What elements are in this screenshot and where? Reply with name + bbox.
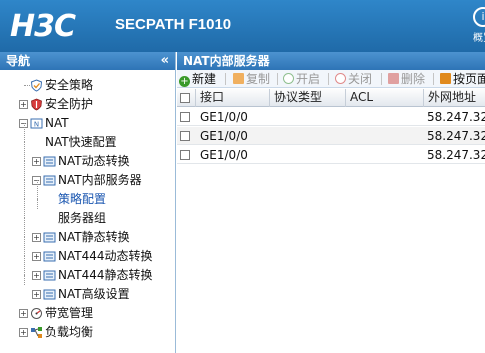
- conversion-icon: [43, 156, 56, 167]
- table-row[interactable]: GE1/0/0 58.247.32.: [177, 108, 485, 126]
- nav-label: NAT高级设置: [58, 287, 130, 301]
- nav-item-nat-internal-server[interactable]: − NAT内部服务器: [0, 161, 175, 190]
- expand-plus-icon[interactable]: +: [32, 157, 41, 166]
- conversion-icon: [43, 175, 56, 186]
- nav-label: NAT静态转换: [58, 230, 130, 244]
- column-header-external-address[interactable]: 外网地址: [423, 89, 485, 107]
- top-header: H3C SECPATH F1010 i 概览: [0, 0, 485, 52]
- column-header-acl[interactable]: ACL: [345, 89, 423, 107]
- svg-text:N: N: [34, 121, 39, 129]
- trash-icon: [388, 73, 399, 84]
- nav-label: NAT444动态转换: [58, 249, 153, 263]
- nav-label: 安全防护: [45, 97, 94, 111]
- nav-item-nat444-dynamic[interactable]: + NAT444动态转换: [0, 237, 175, 266]
- nav-item-nat-static[interactable]: + NAT静态转换: [0, 218, 175, 247]
- expand-plus-icon[interactable]: +: [32, 252, 41, 261]
- conversion-icon: [43, 251, 56, 262]
- nav-label: NAT: [45, 116, 69, 130]
- row-checkbox[interactable]: [180, 150, 190, 160]
- overview-icon: i: [473, 7, 485, 27]
- nav-item-security-policy[interactable]: 安全策略: [0, 76, 175, 95]
- page-title: NAT内部服务器: [177, 52, 485, 70]
- nav-label: 负载均衡: [45, 325, 94, 339]
- toolbar: + 新建 复制 开启 关闭 删除 按页面: [177, 70, 485, 88]
- copy-icon: [233, 73, 244, 84]
- cell-external-address: 58.247.32.: [427, 110, 485, 124]
- add-icon: +: [179, 76, 190, 87]
- nav-item-nat[interactable]: − N NAT: [0, 114, 175, 133]
- column-header-interface[interactable]: 接口: [195, 89, 269, 107]
- cell-external-address: 58.247.32.: [427, 148, 485, 162]
- enable-button[interactable]: 开启: [283, 71, 320, 87]
- delete-label: 删除: [401, 72, 426, 86]
- overview-label: 概览: [473, 33, 485, 44]
- nav-item-security-protection[interactable]: + 安全防护: [0, 95, 175, 114]
- sidebar-title-text: 导航: [6, 54, 31, 68]
- check-icon: [283, 73, 294, 84]
- nav-item-load-balance[interactable]: + 负载均衡: [0, 323, 175, 342]
- nav-tree: 安全策略 + 安全防护 − N NAT NAT快速配置 + NAT动态转换 − …: [0, 70, 175, 342]
- cell-external-address: 58.247.32.: [427, 129, 485, 143]
- expand-plus-icon[interactable]: +: [32, 271, 41, 280]
- product-name: SECPATH F1010: [115, 16, 232, 33]
- nav-label: NAT444静态转换: [58, 268, 153, 282]
- main-panel: NAT内部服务器 + 新建 复制 开启 关闭 删除 按页面 接口 协议类型 ACL…: [177, 52, 485, 353]
- nav-label: NAT快速配置: [45, 135, 117, 149]
- cell-interface: GE1/0/0: [200, 129, 248, 143]
- row-checkbox[interactable]: [180, 112, 190, 122]
- expand-plus-icon[interactable]: +: [19, 328, 28, 337]
- page-icon: [440, 73, 451, 84]
- nav-item-server-group[interactable]: 服务器组: [0, 199, 175, 228]
- expand-plus-icon[interactable]: +: [32, 233, 41, 242]
- disable-label: 关闭: [348, 72, 373, 86]
- delete-button[interactable]: 删除: [388, 71, 425, 87]
- nav-label: NAT内部服务器: [58, 173, 142, 187]
- nav-item-nat-advanced[interactable]: + NAT高级设置: [0, 275, 175, 304]
- copy-label: 复制: [246, 72, 271, 86]
- disable-button[interactable]: 关闭: [335, 71, 372, 87]
- nav-label: 服务器组: [58, 211, 107, 225]
- conversion-icon: [43, 270, 56, 281]
- enable-label: 开启: [296, 72, 321, 86]
- by-page-button[interactable]: 按页面: [440, 71, 485, 87]
- nat-icon: N: [30, 118, 43, 129]
- cell-interface: GE1/0/0: [200, 148, 248, 162]
- navigation-sidebar: 导航 « 安全策略 + 安全防护 − N NAT NAT快速配置 + NAT动态…: [0, 52, 176, 353]
- sidebar-title: 导航 «: [0, 52, 175, 70]
- nav-item-policy-config[interactable]: 策略配置: [0, 180, 175, 209]
- column-header-protocol[interactable]: 协议类型: [269, 89, 345, 107]
- bandwidth-icon: [31, 308, 42, 319]
- nav-item-nat444-static[interactable]: + NAT444静态转换: [0, 256, 175, 285]
- copy-button[interactable]: 复制: [233, 71, 270, 87]
- nav-label: 安全策略: [45, 78, 94, 92]
- overview-button[interactable]: i 概览: [468, 7, 485, 44]
- load-balance-icon: [31, 327, 42, 338]
- nav-item-nat-quick-config[interactable]: NAT快速配置: [0, 123, 175, 152]
- shield-policy-icon: [30, 79, 43, 92]
- cell-interface: GE1/0/0: [200, 110, 248, 124]
- conversion-icon: [43, 289, 56, 300]
- by-page-label: 按页面: [453, 72, 485, 86]
- nav-label: NAT动态转换: [58, 154, 130, 168]
- table-row[interactable]: GE1/0/0 58.247.32.: [177, 127, 485, 145]
- expand-plus-icon[interactable]: +: [19, 100, 28, 109]
- nav-item-bandwidth[interactable]: + 带宽管理: [0, 304, 175, 323]
- row-checkbox[interactable]: [180, 131, 190, 141]
- expand-plus-icon[interactable]: +: [19, 309, 28, 318]
- shield-protection-icon: [31, 98, 42, 111]
- h3c-logo: H3C: [10, 9, 76, 44]
- new-label: 新建: [192, 72, 217, 86]
- new-button[interactable]: + 新建: [179, 71, 216, 87]
- expand-plus-icon[interactable]: +: [32, 290, 41, 299]
- nav-item-nat-dynamic[interactable]: + NAT动态转换: [0, 142, 175, 171]
- nav-label: 带宽管理: [45, 306, 94, 320]
- conversion-icon: [43, 232, 56, 243]
- table-header: 接口 协议类型 ACL 外网地址: [177, 89, 485, 107]
- collapse-sidebar-button[interactable]: «: [161, 52, 169, 70]
- close-icon: [335, 73, 346, 84]
- nav-label: 策略配置: [58, 192, 107, 206]
- select-all-checkbox[interactable]: [180, 93, 190, 103]
- table-row[interactable]: GE1/0/0 58.247.32.: [177, 146, 485, 164]
